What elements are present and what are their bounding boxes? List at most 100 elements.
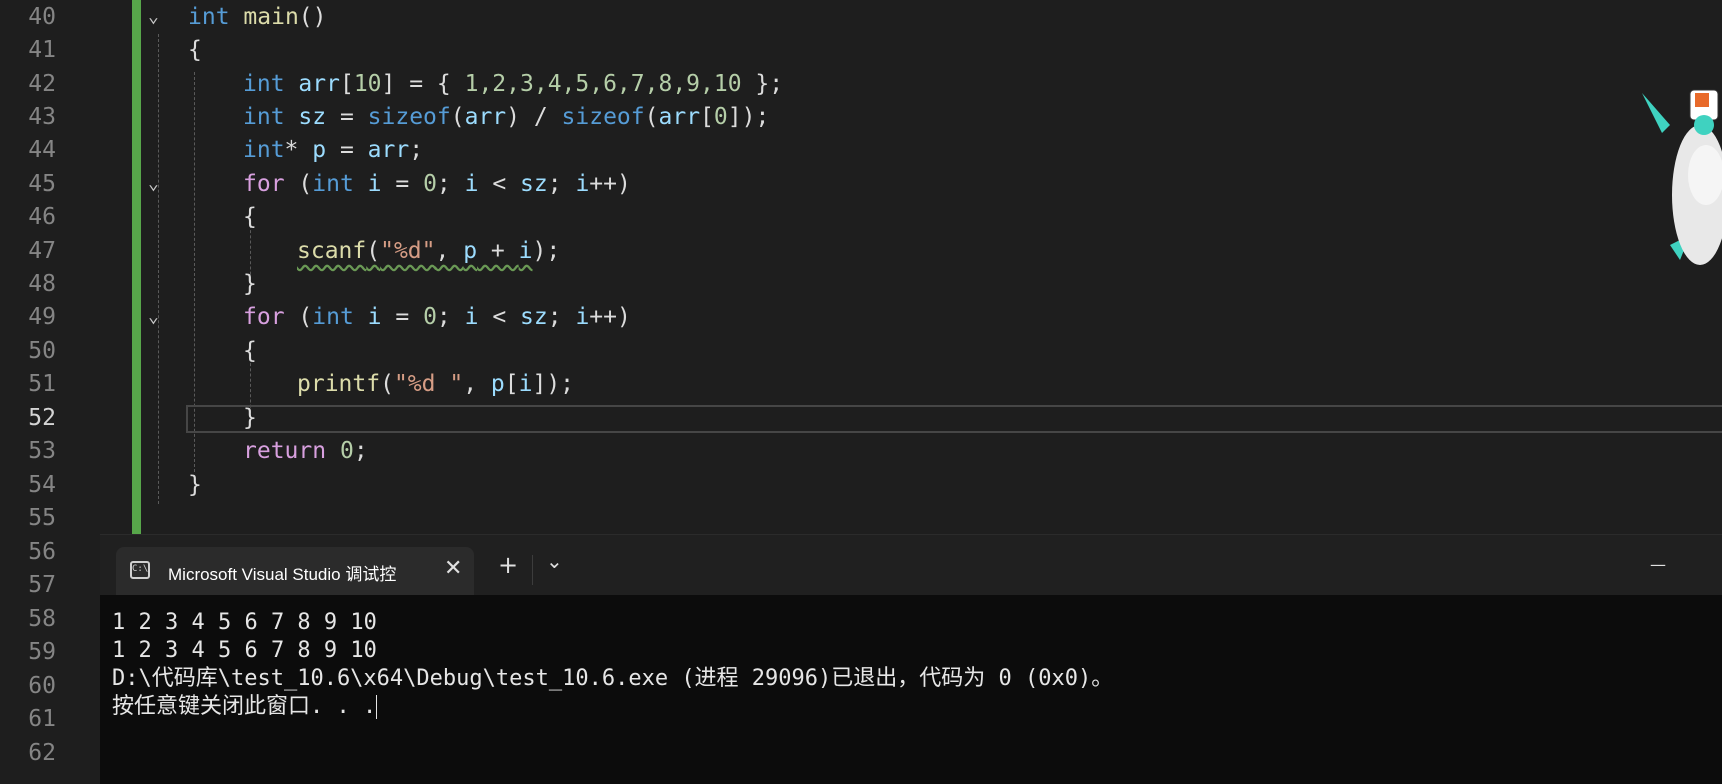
code-line-42[interactable]: int arr[10] = { 1,2,3,4,5,6,7,8,9,10 }; [243, 71, 783, 97]
keyword: int [312, 304, 354, 330]
code-line-48[interactable]: } [243, 271, 257, 297]
tab-dropdown-icon[interactable]: ⌄ [546, 549, 563, 573]
code-line-54[interactable]: } [188, 472, 202, 498]
line-number: 53 [28, 438, 56, 464]
keyword: int [188, 4, 230, 30]
punctuation [326, 438, 340, 464]
variable: sz [520, 171, 548, 197]
debug-console-window[interactable]: C:\ Microsoft Visual Studio 调试控 ✕ + ⌄ — … [100, 534, 1722, 784]
punctuation: ; [547, 304, 576, 330]
punctuation: ; [436, 171, 465, 197]
minimize-button[interactable]: — [1650, 555, 1666, 574]
variable: i [464, 171, 479, 197]
punctuation: [ [339, 71, 354, 97]
punctuation: * [284, 137, 313, 163]
terminal-icon: C:\ [130, 561, 150, 579]
line-number: 48 [28, 271, 56, 297]
punctuation: ; [409, 137, 424, 163]
brace: { [243, 204, 257, 230]
number-list: 1,2,3,4,5,6,7,8,9,10 [464, 71, 742, 97]
console-output[interactable]: 1 2 3 4 5 6 7 8 9 10 1 2 3 4 5 6 7 8 9 10… [112, 609, 1113, 721]
keyword: int [243, 104, 285, 130]
number: 10 [353, 71, 382, 97]
line-number: 60 [28, 673, 56, 699]
punctuation: ( [380, 371, 394, 397]
line-number: 41 [28, 37, 56, 63]
punctuation: ( [284, 171, 313, 197]
variable: p [463, 238, 478, 264]
line-number: 46 [28, 204, 56, 230]
punctuation: ++) [589, 171, 631, 197]
code-line-45[interactable]: for (int i = 0; i < sz; i++) [243, 171, 631, 197]
punctuation: ( [450, 104, 465, 130]
console-titlebar[interactable]: C:\ Microsoft Visual Studio 调试控 ✕ + ⌄ — [100, 535, 1722, 595]
control-keyword: return [243, 438, 327, 464]
brace: } [243, 271, 257, 297]
punctuation: = [381, 171, 424, 197]
variable: i [464, 304, 479, 330]
code-line-44[interactable]: int* p = arr; [243, 137, 423, 163]
indent-guide [158, 34, 159, 504]
line-number: 56 [28, 539, 56, 565]
close-tab-icon[interactable]: ✕ [444, 556, 462, 581]
line-number: 42 [28, 71, 56, 97]
warning-squiggle[interactable]: scanf("%d", p + i [297, 238, 532, 264]
punctuation: ++) [589, 304, 631, 330]
mascot-image [1642, 89, 1722, 265]
punctuation: ]); [727, 104, 770, 130]
keyword: int [243, 137, 285, 163]
code-line-43[interactable]: int sz = sizeof(arr) / sizeof(arr[0]); [243, 104, 769, 130]
code-line-49[interactable]: for (int i = 0; i < sz; i++) [243, 304, 631, 330]
punctuation: ]); [532, 371, 575, 397]
keyword: int [243, 71, 285, 97]
variable: i [518, 238, 533, 264]
line-number: 58 [28, 606, 56, 632]
line-number: 61 [28, 706, 56, 732]
punctuation: ; [436, 304, 465, 330]
control-keyword: for [243, 171, 285, 197]
variable: arr [298, 71, 340, 97]
line-number: 51 [28, 371, 56, 397]
keyword: int [312, 171, 354, 197]
punctuation: [ [504, 371, 519, 397]
line-number: 44 [28, 137, 56, 163]
variable: p [312, 137, 327, 163]
punctuation [354, 304, 368, 330]
line-number: 57 [28, 572, 56, 598]
text-caret [376, 695, 378, 719]
console-tab[interactable]: C:\ Microsoft Visual Studio 调试控 ✕ [116, 547, 474, 595]
punctuation: = [326, 104, 368, 130]
keyword: sizeof [367, 104, 451, 130]
code-line-46[interactable]: { [243, 204, 257, 230]
punctuation: () [298, 4, 327, 30]
code-line-52[interactable]: } [243, 405, 257, 431]
tab-separator [532, 555, 533, 585]
prompt-line: 按任意键关闭此窗口. . . [112, 693, 1113, 721]
line-number: 59 [28, 639, 56, 665]
variable: sz [298, 104, 327, 130]
line-number: 43 [28, 104, 56, 130]
fold-chevron-icon[interactable]: ⌄ [148, 6, 168, 27]
line-number: 45 [28, 171, 56, 197]
punctuation: = [326, 137, 368, 163]
code-line-50[interactable]: { [243, 338, 257, 364]
new-tab-button[interactable]: + [498, 551, 518, 579]
code-line-41[interactable]: { [188, 37, 202, 63]
punctuation: < [478, 304, 521, 330]
code-line-47[interactable]: scanf("%d", p + i); [297, 238, 560, 264]
output-line: 1 2 3 4 5 6 7 8 9 10 [112, 610, 377, 635]
code-line-40[interactable]: int main() [188, 4, 327, 30]
code-line-51[interactable]: printf("%d ", p[i]); [297, 371, 574, 397]
number: 0 [713, 104, 728, 130]
line-number: 54 [28, 472, 56, 498]
line-number: 50 [28, 338, 56, 364]
code-line-53[interactable]: return 0; [243, 438, 368, 464]
punctuation: ( [366, 238, 381, 264]
line-number: 55 [28, 505, 56, 531]
punctuation: [ [700, 104, 714, 130]
punctuation: ; [353, 438, 368, 464]
number: 0 [423, 171, 437, 197]
string: "%d" [380, 238, 436, 264]
number: 0 [423, 304, 437, 330]
variable: i [367, 304, 382, 330]
